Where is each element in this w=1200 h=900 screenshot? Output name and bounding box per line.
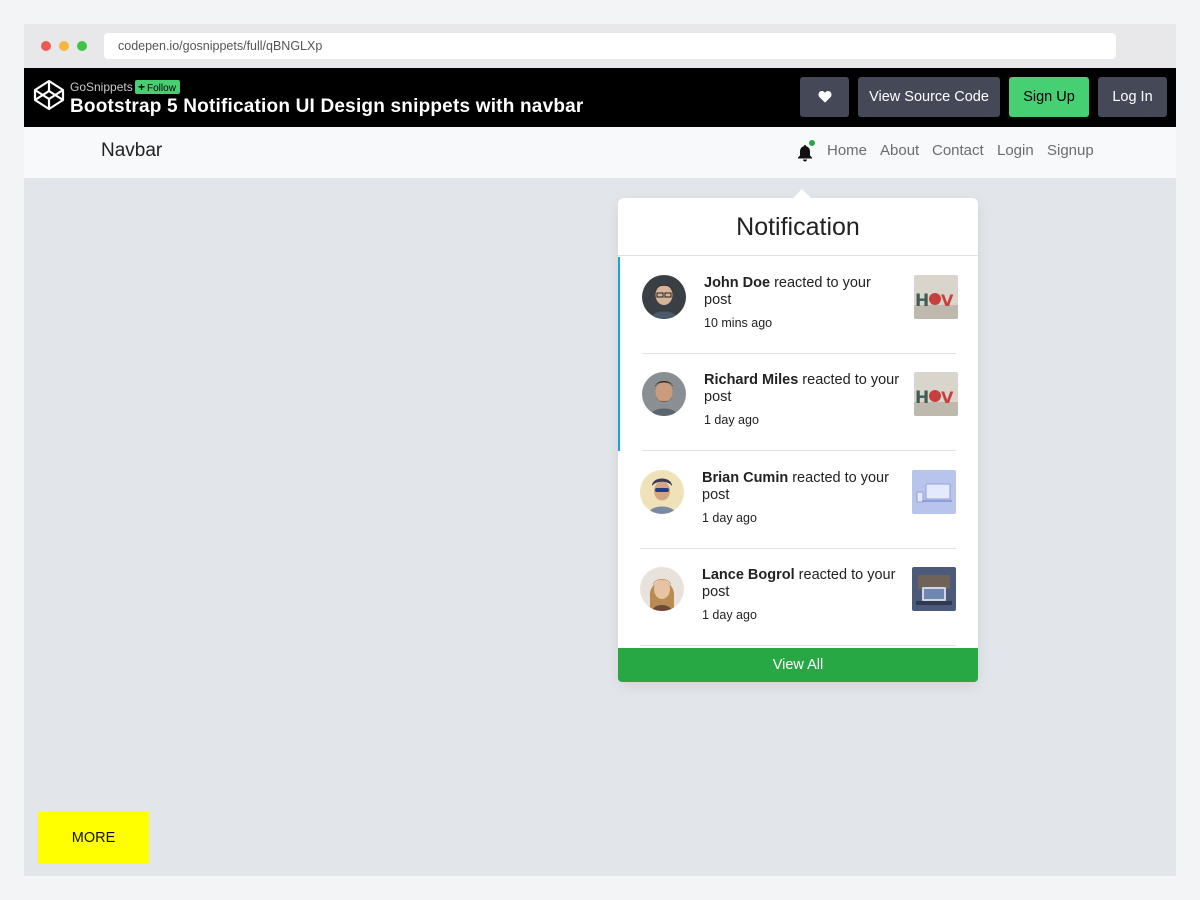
notification-user-name: Richard Miles (704, 372, 799, 388)
nav-link-about[interactable]: About (880, 142, 919, 159)
post-thumbnail (912, 567, 956, 611)
site-navbar: Navbar Home About Contact Login Signup (24, 127, 1176, 178)
post-thumbnail: H V (914, 275, 958, 319)
nav-link-login[interactable]: Login (997, 142, 1034, 159)
nav-link-home[interactable]: Home (827, 142, 867, 159)
follow-label: Follow (147, 83, 176, 94)
notification-item[interactable]: Lance Bogrol reacted to your post 1 day … (618, 549, 978, 646)
nav-link-signup[interactable]: Signup (1047, 142, 1094, 159)
notification-text: John Doe reacted to your post (704, 275, 900, 309)
view-source-button[interactable]: View Source Code (858, 77, 1000, 117)
heart-button[interactable] (800, 77, 849, 117)
notification-time: 10 mins ago (704, 316, 773, 330)
notification-text: Lance Bogrol reacted to your post (702, 567, 898, 601)
notification-user-name: Brian Cumin (702, 470, 789, 486)
divider (642, 450, 956, 451)
notification-indicator-dot (809, 140, 815, 146)
address-bar[interactable]: codepen.io/gosnippets/full/qBNGLXp (104, 33, 1116, 59)
notification-time: 1 day ago (702, 608, 757, 622)
codepen-header: GoSnippets + Follow Bootstrap 5 Notificat… (24, 68, 1176, 127)
notification-text: Brian Cumin reacted to your post (702, 470, 898, 504)
bell-icon[interactable] (797, 144, 813, 162)
close-window-button[interactable] (41, 41, 51, 51)
post-thumbnail (912, 470, 956, 514)
pen-title: Bootstrap 5 Notification UI Design snipp… (70, 96, 584, 117)
plus-icon: + (138, 80, 146, 94)
notification-item[interactable]: Brian Cumin reacted to your post 1 day a… (618, 452, 978, 549)
notification-item[interactable]: John Doe reacted to your post 10 mins ag… (618, 257, 978, 354)
avatar (640, 470, 684, 514)
minimize-window-button[interactable] (59, 41, 69, 51)
codepen-logo-icon[interactable] (32, 78, 66, 112)
svg-text:V: V (941, 388, 954, 407)
notification-dropdown: Notification John Doe reacted to your po… (618, 189, 978, 682)
browser-window: codepen.io/gosnippets/full/qBNGLXp GoSni… (24, 24, 1176, 876)
avatar (642, 372, 686, 416)
notification-user-name: John Doe (704, 275, 771, 291)
notification-title: Notification (618, 198, 978, 256)
pen-owner-link[interactable]: GoSnippets (70, 80, 133, 94)
log-in-button[interactable]: Log In (1098, 77, 1167, 117)
navbar-brand[interactable]: Navbar (101, 140, 162, 162)
follow-button[interactable]: + Follow (135, 80, 180, 94)
more-button[interactable]: MORE (38, 812, 149, 864)
notification-time: 1 day ago (704, 413, 759, 427)
notification-user-name: Lance Bogrol (702, 567, 795, 583)
heart-icon (818, 90, 831, 103)
svg-text:V: V (941, 291, 954, 310)
divider (640, 645, 956, 646)
notification-text: Richard Miles reacted to your post (704, 372, 900, 406)
maximize-window-button[interactable] (77, 41, 87, 51)
avatar (642, 275, 686, 319)
view-all-button[interactable]: View All (618, 648, 978, 682)
notification-item[interactable]: Richard Miles reacted to your post 1 day… (618, 354, 978, 451)
browser-titlebar: codepen.io/gosnippets/full/qBNGLXp (24, 24, 1176, 68)
svg-text:H: H (915, 388, 929, 408)
avatar (640, 567, 684, 611)
sign-up-button[interactable]: Sign Up (1009, 77, 1089, 117)
nav-link-contact[interactable]: Contact (932, 142, 984, 159)
notification-time: 1 day ago (702, 511, 757, 525)
svg-text:H: H (915, 291, 929, 311)
post-thumbnail: H V (914, 372, 958, 416)
